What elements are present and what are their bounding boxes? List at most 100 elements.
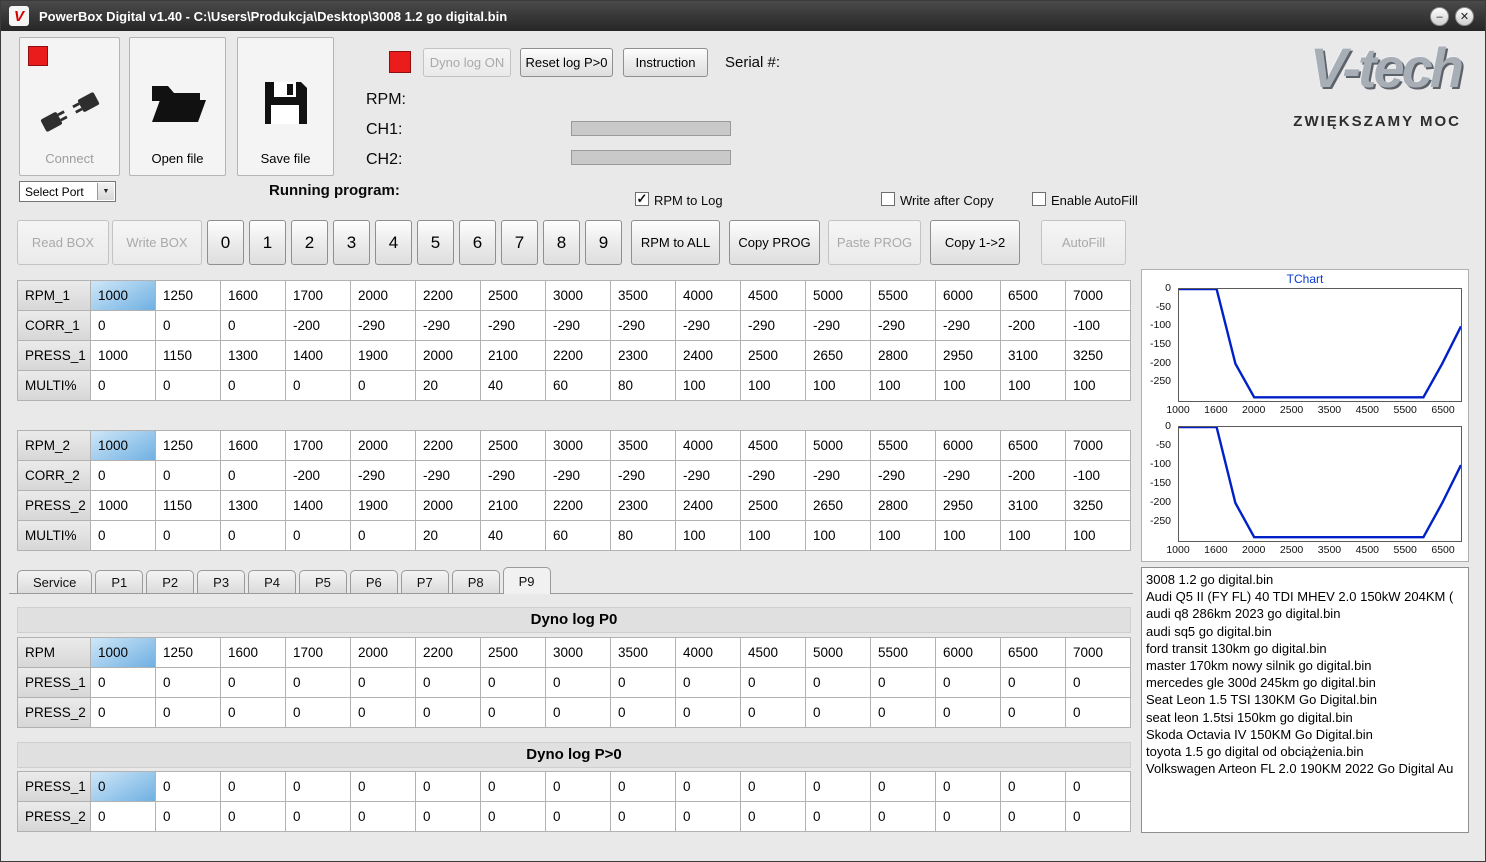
- table-cell[interactable]: 0: [1000, 697, 1066, 728]
- table-cell[interactable]: 100: [675, 370, 741, 401]
- table-cell[interactable]: 0: [1065, 801, 1131, 832]
- table-cell[interactable]: -290: [415, 460, 481, 491]
- table-cell[interactable]: 0: [220, 697, 286, 728]
- file-list-item[interactable]: mercedes gle 300d 245km go digital.bin: [1146, 674, 1468, 691]
- minimize-icon[interactable]: –: [1430, 7, 1449, 26]
- file-list-item[interactable]: 3008 1.2 go digital.bin: [1146, 571, 1468, 588]
- table-cell[interactable]: 3500: [610, 430, 676, 461]
- tab-p2[interactable]: P2: [146, 570, 195, 594]
- table-cell[interactable]: 2200: [415, 430, 481, 461]
- table-cell[interactable]: 4000: [675, 280, 741, 311]
- table-cell[interactable]: -290: [675, 310, 741, 341]
- table-cell[interactable]: 0: [480, 771, 546, 802]
- table-cell[interactable]: 5500: [870, 430, 936, 461]
- table-cell[interactable]: 60: [545, 370, 611, 401]
- table-cell[interactable]: 2000: [350, 637, 416, 668]
- instruction-button[interactable]: Instruction: [623, 48, 708, 77]
- table-cell[interactable]: 1000: [90, 280, 156, 311]
- table-cell[interactable]: 100: [740, 370, 806, 401]
- table-cell[interactable]: 0: [415, 801, 481, 832]
- table-cell[interactable]: 0: [740, 801, 806, 832]
- table-cell[interactable]: 1900: [350, 490, 416, 521]
- table-cell[interactable]: 100: [1065, 520, 1131, 551]
- table-cell[interactable]: 20: [415, 520, 481, 551]
- table-cell[interactable]: 2500: [480, 280, 546, 311]
- file-list-item[interactable]: master 170km nowy silnik go digital.bin: [1146, 657, 1468, 674]
- copy-1-to-2-button[interactable]: Copy 1->2: [930, 220, 1020, 265]
- table-cell[interactable]: 1000: [90, 637, 156, 668]
- table-cell[interactable]: -290: [870, 310, 936, 341]
- digit-button-1[interactable]: 1: [249, 220, 286, 265]
- table-cell[interactable]: 100: [1000, 520, 1066, 551]
- table-cell[interactable]: 0: [480, 801, 546, 832]
- tab-p4[interactable]: P4: [248, 570, 296, 594]
- table-cell[interactable]: 1300: [220, 340, 286, 371]
- table-cell[interactable]: 100: [935, 520, 1001, 551]
- table-cell[interactable]: 0: [805, 667, 871, 698]
- table-cell[interactable]: 1250: [155, 430, 221, 461]
- table-cell[interactable]: 0: [155, 310, 221, 341]
- table-cell[interactable]: 0: [1065, 697, 1131, 728]
- tab-p3[interactable]: P3: [197, 570, 246, 594]
- table-cell[interactable]: 0: [545, 801, 611, 832]
- rpm-to-all-button[interactable]: RPM to ALL: [631, 220, 720, 265]
- table-cell[interactable]: 3000: [545, 280, 611, 311]
- table-cell[interactable]: 0: [1065, 667, 1131, 698]
- table-cell[interactable]: -100: [1065, 460, 1131, 491]
- table-cell[interactable]: 0: [740, 667, 806, 698]
- table-cell[interactable]: 0: [870, 697, 936, 728]
- table-cell[interactable]: 2650: [805, 490, 871, 521]
- table-cell[interactable]: 0: [350, 370, 416, 401]
- table-cell[interactable]: 2200: [415, 280, 481, 311]
- table-cell[interactable]: 0: [285, 771, 351, 802]
- table-cell[interactable]: 0: [805, 771, 871, 802]
- table-cell[interactable]: 0: [610, 697, 676, 728]
- table-cell[interactable]: 4500: [740, 280, 806, 311]
- table-cell[interactable]: 0: [675, 697, 741, 728]
- table-cell[interactable]: 0: [155, 697, 221, 728]
- table-cell[interactable]: 1600: [220, 637, 286, 668]
- file-list[interactable]: 3008 1.2 go digital.bin Audi Q5 II (FY FL…: [1141, 567, 1469, 833]
- table-cell[interactable]: 1000: [90, 430, 156, 461]
- file-list-item[interactable]: Skoda Octavia IV 150KM Go Digital.bin: [1146, 726, 1468, 743]
- table-cell[interactable]: 0: [935, 697, 1001, 728]
- table-cell[interactable]: 0: [675, 771, 741, 802]
- tab-p9[interactable]: P9: [502, 567, 551, 594]
- table-cell[interactable]: 0: [480, 667, 546, 698]
- table-cell[interactable]: 0: [805, 697, 871, 728]
- table-cell[interactable]: 1900: [350, 340, 416, 371]
- table-cell[interactable]: 1150: [155, 340, 221, 371]
- table-cell[interactable]: 1250: [155, 280, 221, 311]
- table-cell[interactable]: 6500: [1000, 430, 1066, 461]
- table-cell[interactable]: 1700: [285, 637, 351, 668]
- table-cell[interactable]: 4500: [740, 637, 806, 668]
- table-cell[interactable]: -290: [935, 460, 1001, 491]
- reset-log-button[interactable]: Reset log P>0: [520, 48, 613, 77]
- table-cell[interactable]: -290: [610, 310, 676, 341]
- table-cell[interactable]: 0: [155, 520, 221, 551]
- table-cell[interactable]: 2500: [740, 340, 806, 371]
- table-cell[interactable]: 2400: [675, 340, 741, 371]
- table-cell[interactable]: 0: [1065, 771, 1131, 802]
- table-cell[interactable]: 0: [740, 771, 806, 802]
- table-cell[interactable]: 0: [220, 667, 286, 698]
- table-cell[interactable]: 0: [90, 460, 156, 491]
- digit-button-6[interactable]: 6: [459, 220, 496, 265]
- table-cell[interactable]: 80: [610, 370, 676, 401]
- table-cell[interactable]: 100: [740, 520, 806, 551]
- table-cell[interactable]: 0: [90, 667, 156, 698]
- table-cell[interactable]: 6000: [935, 280, 1001, 311]
- table-cell[interactable]: -290: [740, 460, 806, 491]
- table-cell[interactable]: 0: [610, 771, 676, 802]
- table-cell[interactable]: 0: [1000, 801, 1066, 832]
- table-cell[interactable]: 2800: [870, 340, 936, 371]
- table-cell[interactable]: 4000: [675, 430, 741, 461]
- table-cell[interactable]: 2200: [545, 340, 611, 371]
- table-cell[interactable]: 100: [805, 370, 871, 401]
- table-cell[interactable]: 100: [675, 520, 741, 551]
- digit-button-3[interactable]: 3: [333, 220, 370, 265]
- table-cell[interactable]: 0: [675, 801, 741, 832]
- table-cell[interactable]: 0: [220, 771, 286, 802]
- table-cell[interactable]: 2200: [545, 490, 611, 521]
- close-icon[interactable]: ✕: [1455, 7, 1474, 26]
